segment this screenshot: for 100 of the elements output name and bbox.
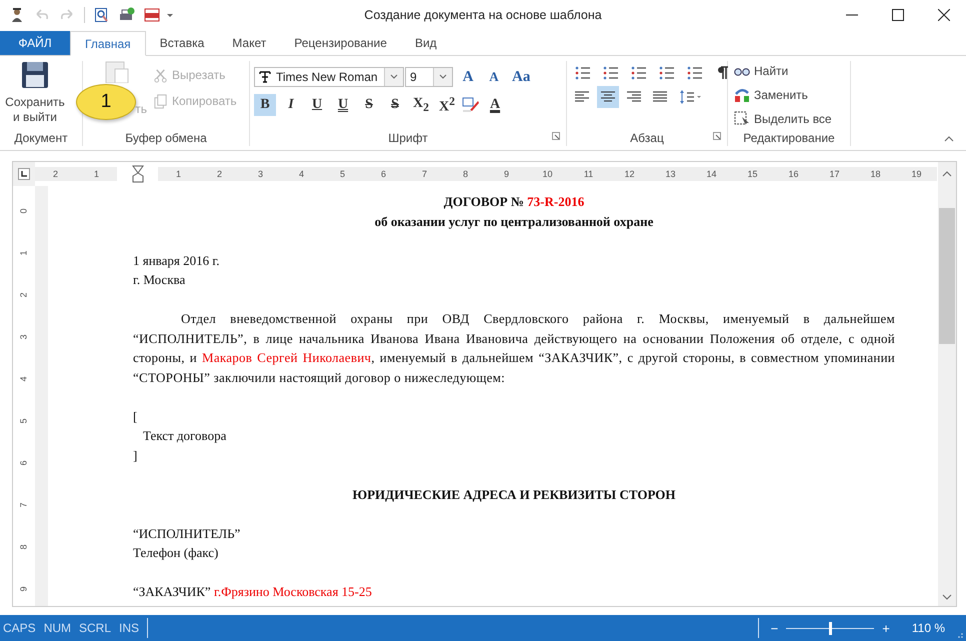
ruler-number: 10	[527, 167, 568, 182]
ruler-number: 8	[445, 167, 486, 182]
clipboard-icon[interactable]	[105, 61, 129, 84]
collapse-ribbon-icon[interactable]	[944, 136, 954, 142]
align-lines-icon	[601, 91, 615, 104]
ruler-number: 11	[568, 167, 609, 182]
document-paragraph: ДОГОВОР № 73-R-2016	[442, 193, 586, 212]
status-indicator: SCRL	[78, 621, 112, 636]
group-label: Редактирование	[743, 130, 835, 146]
ruler-number: 2	[18, 292, 30, 298]
ruler-number: 17	[814, 167, 855, 182]
line-spacing-icon[interactable]	[679, 90, 701, 104]
ribbon-tab[interactable]: Главная	[70, 31, 146, 56]
caret-icon[interactable]	[166, 11, 174, 20]
ruler-number: 14	[691, 167, 732, 182]
save-button[interactable]: Сохранить и выйти	[4, 61, 66, 126]
ruler-number: 12	[609, 167, 650, 182]
find-button[interactable]: Найти	[732, 61, 790, 82]
format-button[interactable]: B	[254, 94, 276, 116]
document-paragraph: “ЗАКАЗЧИК” г.Фрязино Московская 15-25	[133, 583, 373, 602]
status-indicator: CAPS	[2, 621, 37, 636]
dialog-launcher-icon[interactable]	[713, 132, 721, 140]
ruler-number: 6	[18, 460, 30, 466]
ruler-number: 8	[18, 544, 30, 550]
status-indicator: INS	[118, 621, 140, 636]
ruler-number: 1	[76, 167, 117, 182]
document-paragraph: ЮРИДИЧЕСКИЕ АДРЕСА И РЕКВИЗИТЫ СТОРОН	[351, 486, 677, 504]
ruler-number: 3	[240, 167, 281, 182]
document-paragraph: 1 января 2016 г.	[133, 252, 221, 270]
group-label: Буфер обмена	[125, 130, 207, 146]
replace-icon	[734, 87, 750, 104]
ribbon-tab[interactable]: Рецензирование	[280, 31, 401, 56]
close-icon[interactable]	[938, 9, 950, 22]
format-button[interactable]: I	[280, 94, 302, 116]
ruler-number: 9	[486, 167, 527, 182]
align-lines-icon	[575, 91, 589, 104]
zoom-in-button[interactable]: +	[874, 620, 898, 636]
document-paragraph: Телефон (факс)	[133, 544, 220, 562]
change-case-button[interactable]: Aa	[509, 66, 534, 88]
maximize-icon[interactable]	[892, 9, 904, 22]
scissors-icon	[153, 68, 168, 83]
ruler-number: 2	[35, 167, 76, 182]
bullet-list-icon[interactable]	[575, 66, 591, 80]
zoom-slider-thumb[interactable]	[829, 622, 832, 635]
magnifier-page-icon[interactable]	[94, 7, 110, 24]
format-button[interactable]: S	[384, 94, 406, 116]
font-size-dropdown[interactable]: 9	[405, 67, 453, 88]
ruler-number: 2	[199, 167, 240, 182]
ruler-number: 19	[896, 167, 937, 182]
status-indicator: NUM	[42, 621, 72, 636]
format-button[interactable]: X$_{2}$	[410, 94, 432, 116]
person-figure-icon[interactable]	[9, 7, 25, 24]
shrink-font-button[interactable]: A	[483, 66, 505, 88]
format-button[interactable]: U	[306, 94, 328, 116]
callout-bubble: 1	[76, 84, 136, 120]
dialog-launcher-icon[interactable]	[552, 132, 560, 140]
ruler-number: 4	[18, 376, 30, 382]
ruler-number: 6	[363, 167, 404, 182]
ruler-number: 15	[732, 167, 773, 182]
grow-font-button[interactable]: A	[457, 66, 479, 88]
document-paragraph: [	[133, 408, 138, 426]
ruler-number: 1	[18, 250, 30, 256]
ruler-number: 5	[18, 418, 30, 424]
document-paragraph: Отдел вневедомственной охраны при ОВД Свердловского района г. Москвы, именуемый в дальнейшем “ИСПОЛНИТЕЛЬ”, в лице начальника Иванова Ивана Ивановича действующего на основании Положения об отделе, с одной стороны, и Макаров Сергей Николаевич, именуемый в дальнейшем “ЗАКАЗЧИК”, с другой стороны, в совместном упоминании “СТОРОНЫ” заключили настоящий договор о нижеследующем:	[133, 310, 895, 387]
scroll-down-icon[interactable]	[942, 594, 952, 600]
ribbon-tab[interactable]: Вставка	[146, 31, 218, 56]
ruler-number: 7	[18, 502, 30, 508]
ruler-number: 7	[404, 167, 445, 182]
scroll-up-icon[interactable]	[942, 171, 952, 178]
ribbon-tab[interactable]: Макет	[218, 31, 280, 56]
pilcrow-icon[interactable]	[715, 66, 729, 80]
select-all-button[interactable]: Выделить все	[732, 109, 834, 130]
replace-button[interactable]: Заменить	[732, 85, 810, 106]
document-paragraph: Текст договора	[142, 427, 228, 446]
highlighter-icon[interactable]	[462, 97, 480, 114]
tab-stop-icon[interactable]	[18, 168, 30, 180]
format-button[interactable]: S	[358, 94, 380, 116]
ruler-number: 4	[281, 167, 322, 182]
align-lines-icon	[653, 91, 667, 104]
binoculars-icon	[734, 65, 750, 78]
ruler-number: 3	[18, 334, 30, 340]
font-name-dropdown[interactable]: Times New Roman	[254, 67, 404, 88]
document-paragraph: об оказании услуг по централизованной охране	[374, 212, 654, 231]
zoom-out-button[interactable]: −	[762, 620, 786, 636]
ruler-number: 9	[18, 586, 30, 592]
ruler-number: 0	[18, 208, 30, 214]
align-button[interactable]	[597, 86, 619, 108]
scrollbar-thumb[interactable]	[939, 208, 955, 344]
document-paragraph: г. Москва	[133, 271, 186, 290]
file-tab[interactable]: ФАЙЛ	[0, 31, 70, 56]
align-lines-icon	[627, 91, 641, 104]
format-button[interactable]: X$^{2}$	[436, 94, 458, 116]
ruler-number: 1	[158, 167, 199, 182]
ruler-number: 18	[855, 167, 896, 182]
ribbon-tab[interactable]: Вид	[400, 31, 451, 56]
format-button[interactable]: U	[332, 94, 354, 116]
group-label: Шрифт	[388, 130, 428, 146]
document-paragraph: “ИСПОЛНИТЕЛЬ”	[133, 524, 242, 543]
document-paragraph: ]	[133, 446, 138, 465]
font-color-button[interactable]: A	[484, 94, 506, 116]
